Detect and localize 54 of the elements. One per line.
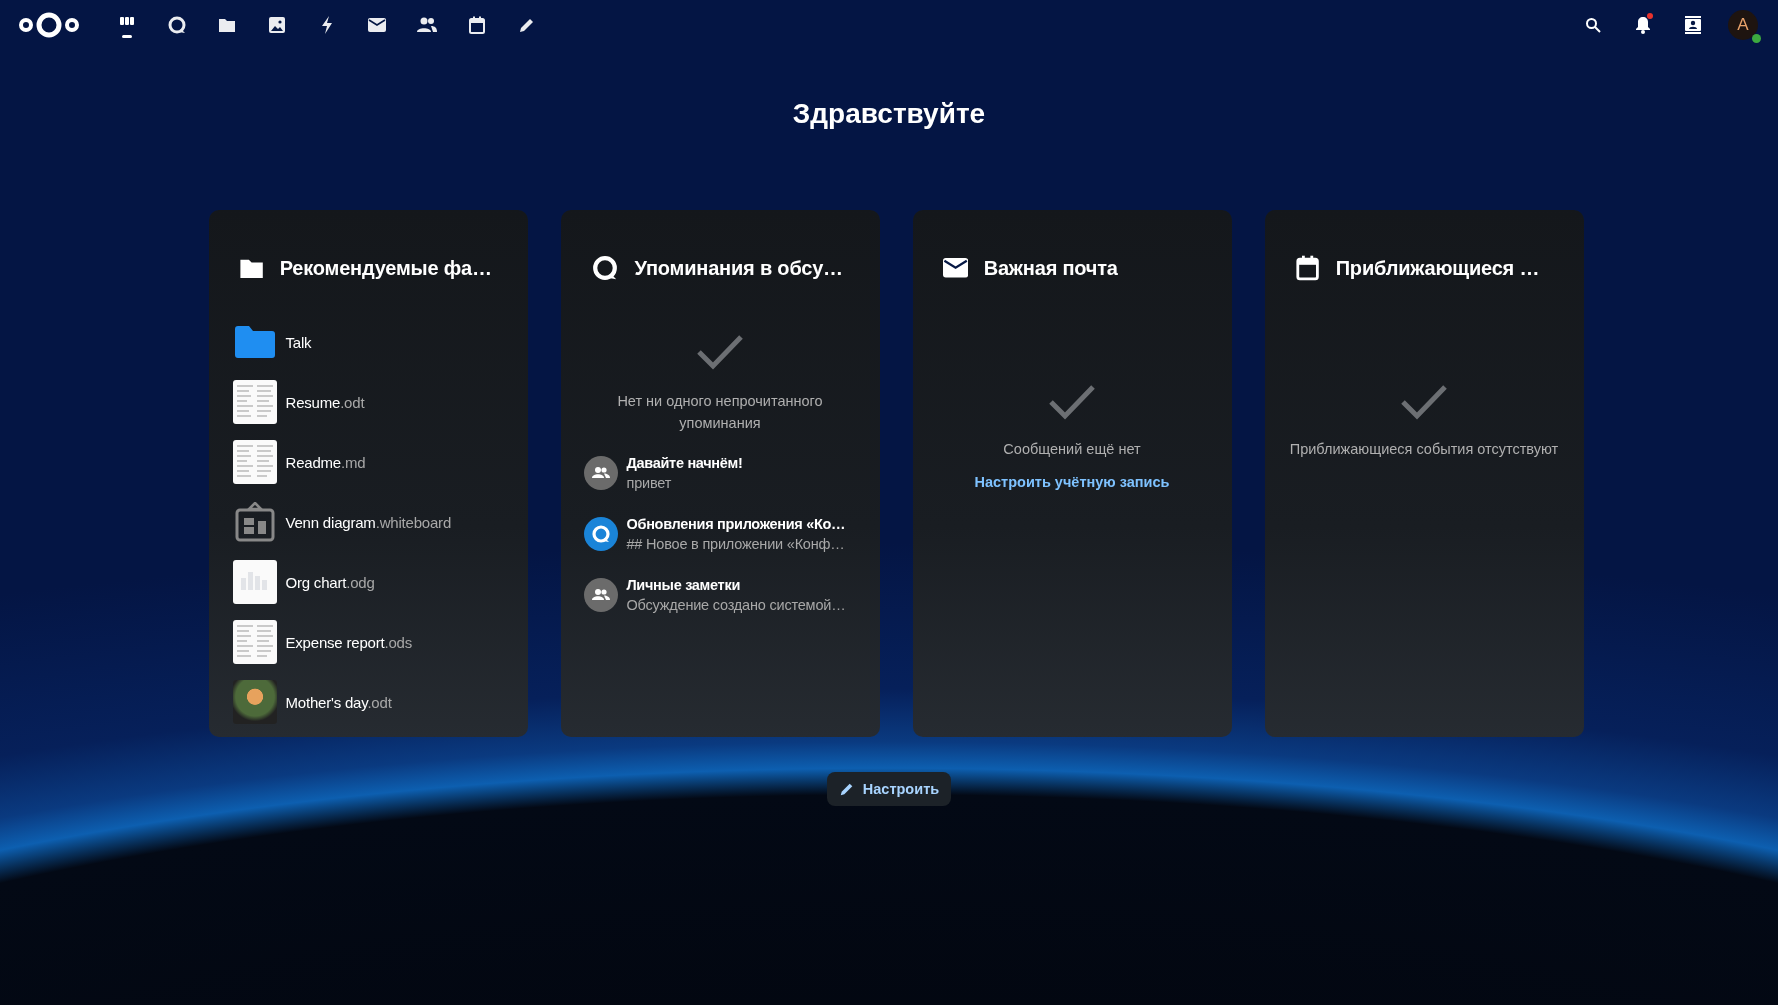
- lightning-icon[interactable]: [320, 15, 334, 35]
- chart-thumbnail: [232, 560, 277, 604]
- search-icon[interactable]: [1585, 17, 1601, 33]
- conversation-preview: ## Новое в приложении «Конф…: [626, 535, 846, 552]
- file-name[interactable]: Resume.odt: [285, 393, 365, 411]
- conversation-title[interactable]: Давайте начнём!: [626, 454, 743, 471]
- file-name[interactable]: Venn diagram.whiteboard: [285, 513, 452, 531]
- document-thumbnail: [232, 620, 277, 664]
- active-indicator: [122, 35, 132, 38]
- people-icon[interactable]: [416, 17, 438, 33]
- checkmark-icon: [1400, 384, 1448, 420]
- document-thumbnail: [232, 380, 277, 424]
- widget-title: Упоминания в обсу…: [634, 256, 843, 280]
- group-avatar-icon: [583, 455, 618, 490]
- nextcloud-logo[interactable]: [18, 11, 80, 39]
- widget-title: Важная почта: [983, 256, 1118, 280]
- customize-button[interactable]: Настроить: [826, 772, 952, 806]
- widget-title: Рекомендуемые фа…: [279, 256, 492, 280]
- checkmark-icon: [1048, 384, 1096, 420]
- photo-placeholder: [232, 680, 277, 724]
- file-name[interactable]: Readme.md: [285, 453, 366, 471]
- setup-account-link[interactable]: Настроить учётную запись: [974, 474, 1170, 490]
- conversation-preview: Обсуждение создано системой…: [626, 596, 846, 613]
- pencil-icon[interactable]: [518, 16, 536, 34]
- envelope-icon[interactable]: [368, 18, 386, 32]
- envelope-icon: [942, 258, 968, 278]
- empty-message: Сообщений ещё нет: [1003, 440, 1141, 459]
- calendar-icon[interactable]: [468, 16, 486, 34]
- greeting-heading: Здравствуйте: [792, 97, 986, 131]
- widget-title: Приближающиеся …: [1335, 256, 1540, 280]
- document-thumbnail: [232, 440, 277, 484]
- whiteboard-icon: [234, 502, 275, 542]
- calendar-icon: [1294, 255, 1320, 281]
- empty-message: Нет ни одного непрочитанного упоминания: [616, 392, 824, 433]
- conversation-preview: привет: [626, 474, 673, 491]
- pencil-icon: [838, 781, 855, 797]
- group-avatar-icon: [583, 577, 618, 612]
- conversation-title[interactable]: Обновления приложения «Ко…: [626, 515, 846, 532]
- user-avatar[interactable]: A: [1728, 10, 1758, 40]
- chat-bubble-icon[interactable]: [167, 15, 187, 35]
- checkmark-icon: [696, 334, 744, 370]
- contact-card-icon[interactable]: [1685, 16, 1701, 34]
- empty-message: Приближающиеся события отсутствуют: [1289, 440, 1559, 459]
- folder-icon: [234, 326, 275, 358]
- image-icon[interactable]: [268, 16, 286, 34]
- file-name[interactable]: Org chart.odg: [285, 573, 375, 591]
- conversation-title[interactable]: Личные заметки: [626, 576, 846, 593]
- chat-bubble-icon: [590, 254, 619, 282]
- chat-bubble-avatar-icon: [583, 516, 618, 551]
- file-name[interactable]: Expense report.ods: [285, 633, 412, 651]
- file-name[interactable]: Talk: [285, 333, 312, 351]
- bell-icon[interactable]: [1635, 16, 1651, 34]
- folder-icon[interactable]: [218, 17, 236, 33]
- file-name[interactable]: Mother's day.odt: [285, 693, 392, 711]
